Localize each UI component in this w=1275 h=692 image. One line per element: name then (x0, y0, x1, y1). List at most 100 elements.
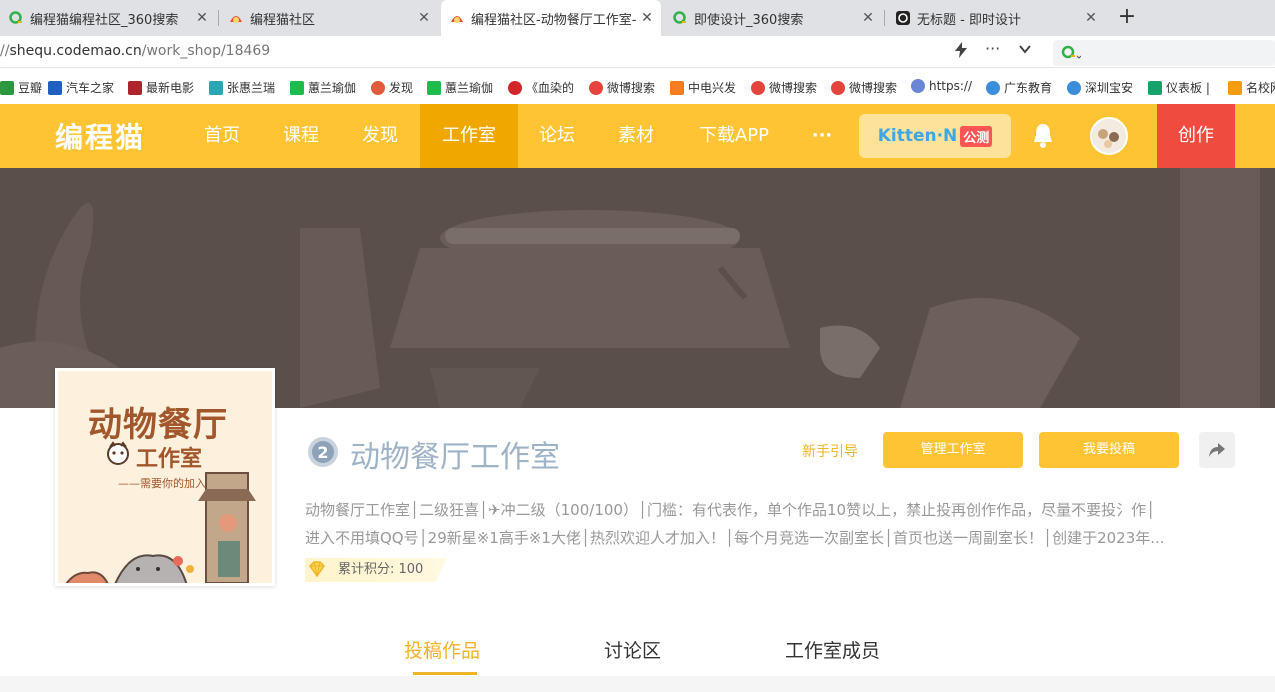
browser-tab[interactable]: 即使设计_360搜索 ✕ (664, 0, 882, 36)
create-button[interactable]: 创作 (1157, 104, 1235, 168)
url-host: shequ.codemao.cn (9, 43, 142, 59)
autohome-icon (48, 80, 62, 95)
bookmark[interactable]: https:// (911, 79, 972, 93)
close-tab-icon[interactable]: ✕ (192, 10, 212, 26)
content-area (0, 676, 1275, 692)
tab-title: 编程猫编程社区_360搜索 (30, 12, 179, 28)
diamond-icon (307, 559, 327, 579)
studio-cover-image: 动物餐厅 工作室 ——需要你的加入—— (55, 368, 275, 586)
close-tab-icon[interactable]: ✕ (1081, 10, 1101, 26)
close-tab-icon[interactable]: ✕ (858, 10, 878, 26)
browser-tab[interactable]: 编程猫社区 ✕ (220, 0, 438, 36)
nav-courses[interactable]: 课程 (269, 104, 333, 168)
nav-materials[interactable]: 素材 (604, 104, 668, 168)
browser-tab[interactable]: 无标题 - 即时设计 ✕ (887, 0, 1105, 36)
iqiyi-icon (427, 80, 441, 95)
iqiyi-icon (209, 80, 223, 95)
tab-discussion[interactable]: 讨论区 (604, 636, 661, 663)
share-button[interactable] (1199, 432, 1235, 468)
tab-divider (884, 10, 885, 26)
new-tab-button[interactable]: + (1116, 4, 1138, 30)
person-icon (1067, 80, 1081, 95)
book-icon (1228, 80, 1242, 95)
nav-download-app[interactable]: 下载APP (690, 104, 778, 168)
nav-forum[interactable]: 论坛 (525, 104, 589, 168)
manage-studio-button[interactable]: 管理工作室 (883, 432, 1023, 468)
video-icon (508, 80, 522, 95)
cover-illustration (65, 472, 256, 583)
360-search-icon (1061, 45, 1082, 65)
chevron-down-icon[interactable] (1018, 42, 1032, 60)
tab-divider (218, 10, 219, 26)
description-line: 动物餐厅工作室│二级狂喜│✈冲二级（100/100）│门槛：有代表作，单个作品1… (305, 501, 1156, 519)
bookmark[interactable]: 发现 (371, 79, 413, 96)
dashboard-icon (1148, 80, 1162, 95)
share-icon (1208, 442, 1226, 462)
active-tab-underline (413, 672, 477, 675)
tab-title: 即使设计_360搜索 (694, 12, 804, 28)
newbie-guide-link[interactable]: 新手引导 (802, 441, 858, 461)
tab-studio-members[interactable]: 工作室成员 (785, 636, 880, 663)
bookmark[interactable]: 蕙兰瑜伽 (427, 79, 493, 96)
nav-discover[interactable]: 发现 (348, 104, 412, 168)
studio-title: 动物餐厅工作室 (350, 440, 560, 475)
bell-icon[interactable] (1031, 122, 1055, 150)
close-tab-icon[interactable]: ✕ (637, 10, 657, 26)
bookmark[interactable]: 最新电影 (128, 79, 194, 96)
weibo-icon (831, 80, 845, 95)
address-bar: //shequ.codemao.cn/work_shop/18469 ··· (0, 36, 1275, 68)
lightning-icon[interactable] (954, 42, 968, 62)
level-number: 2 (317, 443, 328, 462)
douban-icon (0, 80, 14, 95)
avatar[interactable] (1090, 117, 1128, 155)
bookmark[interactable]: 名校网 (1228, 79, 1275, 96)
bookmark[interactable]: 广东教育 (986, 79, 1052, 96)
url-path: /work_shop/18469 (141, 43, 271, 59)
weibo-icon (751, 80, 765, 95)
tab-title: 编程猫社区 (250, 12, 316, 28)
nav-studio[interactable]: 工作室 (420, 104, 518, 168)
bookmark[interactable]: 豆瓣 (0, 79, 42, 96)
browser-tab[interactable]: 编程猫编程社区_360搜索 ✕ (0, 0, 216, 36)
globe-icon (911, 79, 925, 93)
tab-submitted-works[interactable]: 投稿作品 (404, 636, 480, 663)
bookmark[interactable]: 张惠兰瑞 (209, 79, 275, 96)
kitten-n-button[interactable]: Kitten·N 公测 (859, 114, 1011, 158)
studio-description: 动物餐厅工作室│二级狂喜│✈冲二级（100/100）│门槛：有代表作，单个作品1… (305, 496, 1235, 552)
bookmark[interactable]: 中电兴发 (670, 79, 736, 96)
bookmark[interactable]: 深圳宝安 (1067, 79, 1133, 96)
nav-home[interactable]: 首页 (190, 104, 254, 168)
codemao-icon (228, 10, 244, 26)
tab-title: 无标题 - 即时设计 (917, 12, 1021, 28)
browser-tab-active[interactable]: 编程猫社区-动物餐厅工作室-- ✕ (441, 0, 661, 36)
jishi-design-icon (895, 10, 911, 26)
url-field[interactable]: //shequ.codemao.cn/work_shop/18469 (0, 43, 270, 59)
weibo-icon (589, 80, 603, 95)
iqiyi-icon (290, 80, 304, 95)
bookmarks-bar: 豆瓣 汽车之家 最新电影 张惠兰瑞 蕙兰瑜伽 发现 蕙兰瑜伽 《血染的 微博搜索… (0, 70, 1275, 104)
bookmark[interactable]: 蕙兰瑜伽 (290, 79, 356, 96)
site-navbar: 编程猫 首页 课程 发现 工作室 论坛 素材 下载APP ··· Kitten·… (0, 104, 1275, 168)
360-search-icon (672, 10, 688, 26)
cover-title: 动物餐厅 (88, 405, 228, 445)
bookmark[interactable]: 汽车之家 (48, 79, 114, 96)
bookmark[interactable]: 微博搜索 (589, 79, 655, 96)
codemao-icon (371, 80, 385, 95)
nav-more-icon[interactable]: ··· (801, 104, 843, 168)
bookmark[interactable]: 微博搜索 (751, 79, 817, 96)
codemao-logo[interactable]: 编程猫 (55, 116, 145, 156)
bookmark[interactable]: 微博搜索 (831, 79, 897, 96)
bookmark[interactable]: 《血染的 (508, 79, 574, 96)
description-line: 进入不用填QQ号│29新星※1高手※1大佬│热烈欢迎人才加入！│每个月竞选一次副… (305, 529, 1165, 547)
more-icon[interactable]: ··· (985, 39, 1000, 58)
360-search-icon (8, 10, 24, 26)
bookmark[interactable]: 仪表板 | (1148, 79, 1210, 96)
tab-title: 编程猫社区-动物餐厅工作室-- (471, 12, 637, 28)
browser-tab-strip: 编程猫编程社区_360搜索 ✕ 编程猫社区 ✕ 编程猫社区-动物餐厅工作室-- … (0, 0, 1275, 36)
zdxf-icon (670, 80, 684, 95)
level-badge-icon: 2 (306, 435, 340, 469)
search-box[interactable] (1053, 40, 1275, 66)
close-tab-icon[interactable]: ✕ (414, 10, 434, 26)
submit-work-button[interactable]: 我要投稿 (1039, 432, 1179, 468)
6v-icon (128, 80, 142, 95)
